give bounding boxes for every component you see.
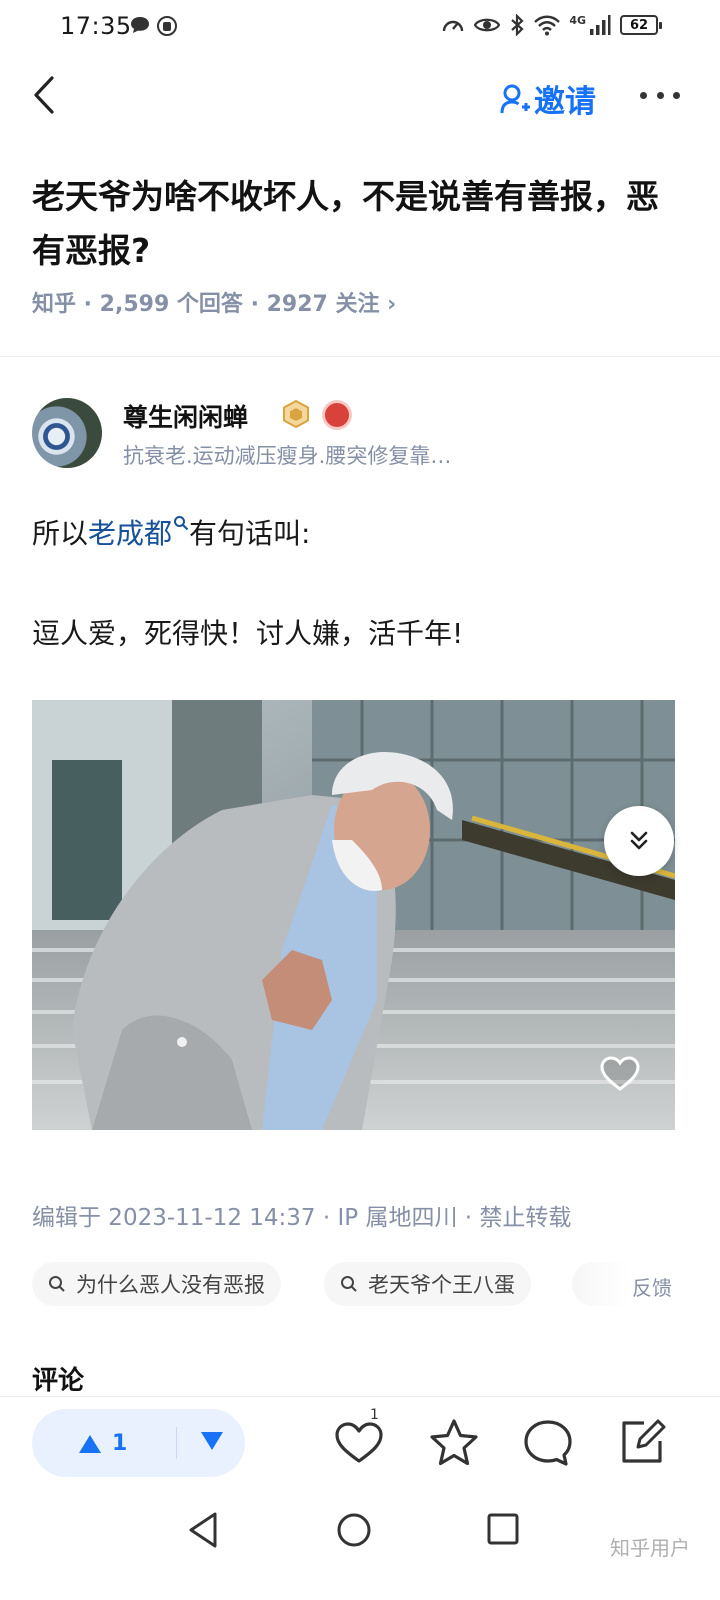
answer-paragraph: 所以老成都 有句话叫: <box>32 512 310 552</box>
system-navigation-bar: 知乎用户 <box>0 1492 720 1600</box>
speed-icon <box>443 20 464 32</box>
bottom-action-bar: 1 1 <box>0 1396 720 1492</box>
tag-label: 老天爷个王八蛋 <box>368 1273 515 1297</box>
status-time: 17:35 <box>60 12 132 40</box>
upvote-count: 1 <box>112 1431 128 1456</box>
related-search-tags: 为什么恶人没有恶报 老天爷个王八蛋 反馈 <box>32 1262 720 1308</box>
nav-back-icon[interactable] <box>186 1510 220 1550</box>
collapse-button[interactable] <box>604 806 674 876</box>
keyword-search-link[interactable]: 老成都 <box>88 517 172 550</box>
more-dot <box>656 91 664 99</box>
wifi-icon <box>534 15 561 36</box>
paragraph-text: 所以 <box>32 517 89 550</box>
image-like-heart-icon[interactable] <box>598 1052 642 1096</box>
tag-label: 为什么恶人没有恶报 <box>76 1273 265 1297</box>
comments-heading: 评论 <box>32 1366 85 1396</box>
eye-icon <box>474 18 501 32</box>
add-user-icon <box>500 84 530 113</box>
vote-divider <box>176 1427 177 1459</box>
more-dot <box>673 91 680 99</box>
status-left-icons <box>130 15 178 37</box>
answer-paragraph: 逗人爱，死得快！讨人嫌，活千年! <box>32 617 464 650</box>
search-icon <box>49 1276 65 1292</box>
invite-label: 邀请 <box>534 84 596 120</box>
network-type: 4G <box>569 13 586 27</box>
edit-info: 编辑于 2023-11-12 14:37 · IP 属地四川 · 禁止转载 <box>32 1205 572 1231</box>
bluetooth-icon <box>511 14 524 36</box>
chevron-left-icon <box>34 76 54 114</box>
author-name[interactable]: 尊生闲闲蝉 <box>123 398 248 434</box>
author-card[interactable]: 尊生闲闲蝉 抗衰老.运动减压瘦身.腰突修复靠… <box>32 396 682 476</box>
chat-bubble-icon <box>131 17 149 33</box>
photo-illustration <box>32 700 675 1130</box>
medal-badge-icon <box>322 400 352 430</box>
status-bar: 17:35 4G 62 <box>0 0 720 52</box>
upvote-icon <box>79 1434 101 1453</box>
search-icon <box>174 516 189 531</box>
divider <box>0 356 720 357</box>
search-icon <box>341 1276 357 1292</box>
vote-control: 1 <box>32 1409 245 1477</box>
more-button[interactable] <box>640 80 680 110</box>
avatar[interactable] <box>32 398 102 468</box>
top-nav: 邀请 <box>0 60 720 134</box>
upvote-button[interactable]: 1 <box>78 1431 127 1456</box>
chevron-double-down-icon <box>630 831 648 850</box>
status-right-icons: 4G 62 <box>441 13 662 36</box>
edit-icon[interactable] <box>616 1417 668 1469</box>
battery-icon: 62 <box>620 15 662 35</box>
related-tag[interactable]: 老天爷个王八蛋 <box>324 1262 531 1306</box>
creator-badge-icon <box>283 400 309 428</box>
paragraph-text: 有句话叫: <box>189 517 311 550</box>
like-count: 1 <box>370 1407 379 1423</box>
nav-recents-icon[interactable] <box>486 1512 520 1546</box>
feedback-link[interactable]: 反馈 <box>632 1272 672 1301</box>
question-title[interactable]: 老天爷为啥不收坏人，不是说善有善报，恶有恶报? <box>32 170 672 278</box>
back-button[interactable] <box>26 72 66 118</box>
hand-icon <box>157 16 177 36</box>
watermark: 知乎用户 <box>610 1536 690 1560</box>
related-tag[interactable]: 为什么恶人没有恶报 <box>32 1262 281 1306</box>
author-bio: 抗衰老.运动减压瘦身.腰突修复靠… <box>123 444 452 468</box>
signal-icon <box>590 15 611 35</box>
downvote-button[interactable] <box>200 1431 224 1455</box>
nav-home-icon[interactable] <box>336 1512 372 1548</box>
invite-button[interactable]: 邀请 <box>500 76 596 121</box>
battery-level: 62 <box>629 17 649 33</box>
question-meta[interactable]: 知乎 · 2,599 个回答 · 2927 关注 › <box>32 286 396 318</box>
comment-icon[interactable] <box>522 1417 574 1469</box>
answer-image[interactable] <box>32 700 675 1130</box>
heart-icon[interactable] <box>333 1417 385 1469</box>
star-icon[interactable] <box>428 1417 480 1469</box>
more-dot <box>640 91 647 99</box>
downvote-icon <box>201 1432 223 1450</box>
